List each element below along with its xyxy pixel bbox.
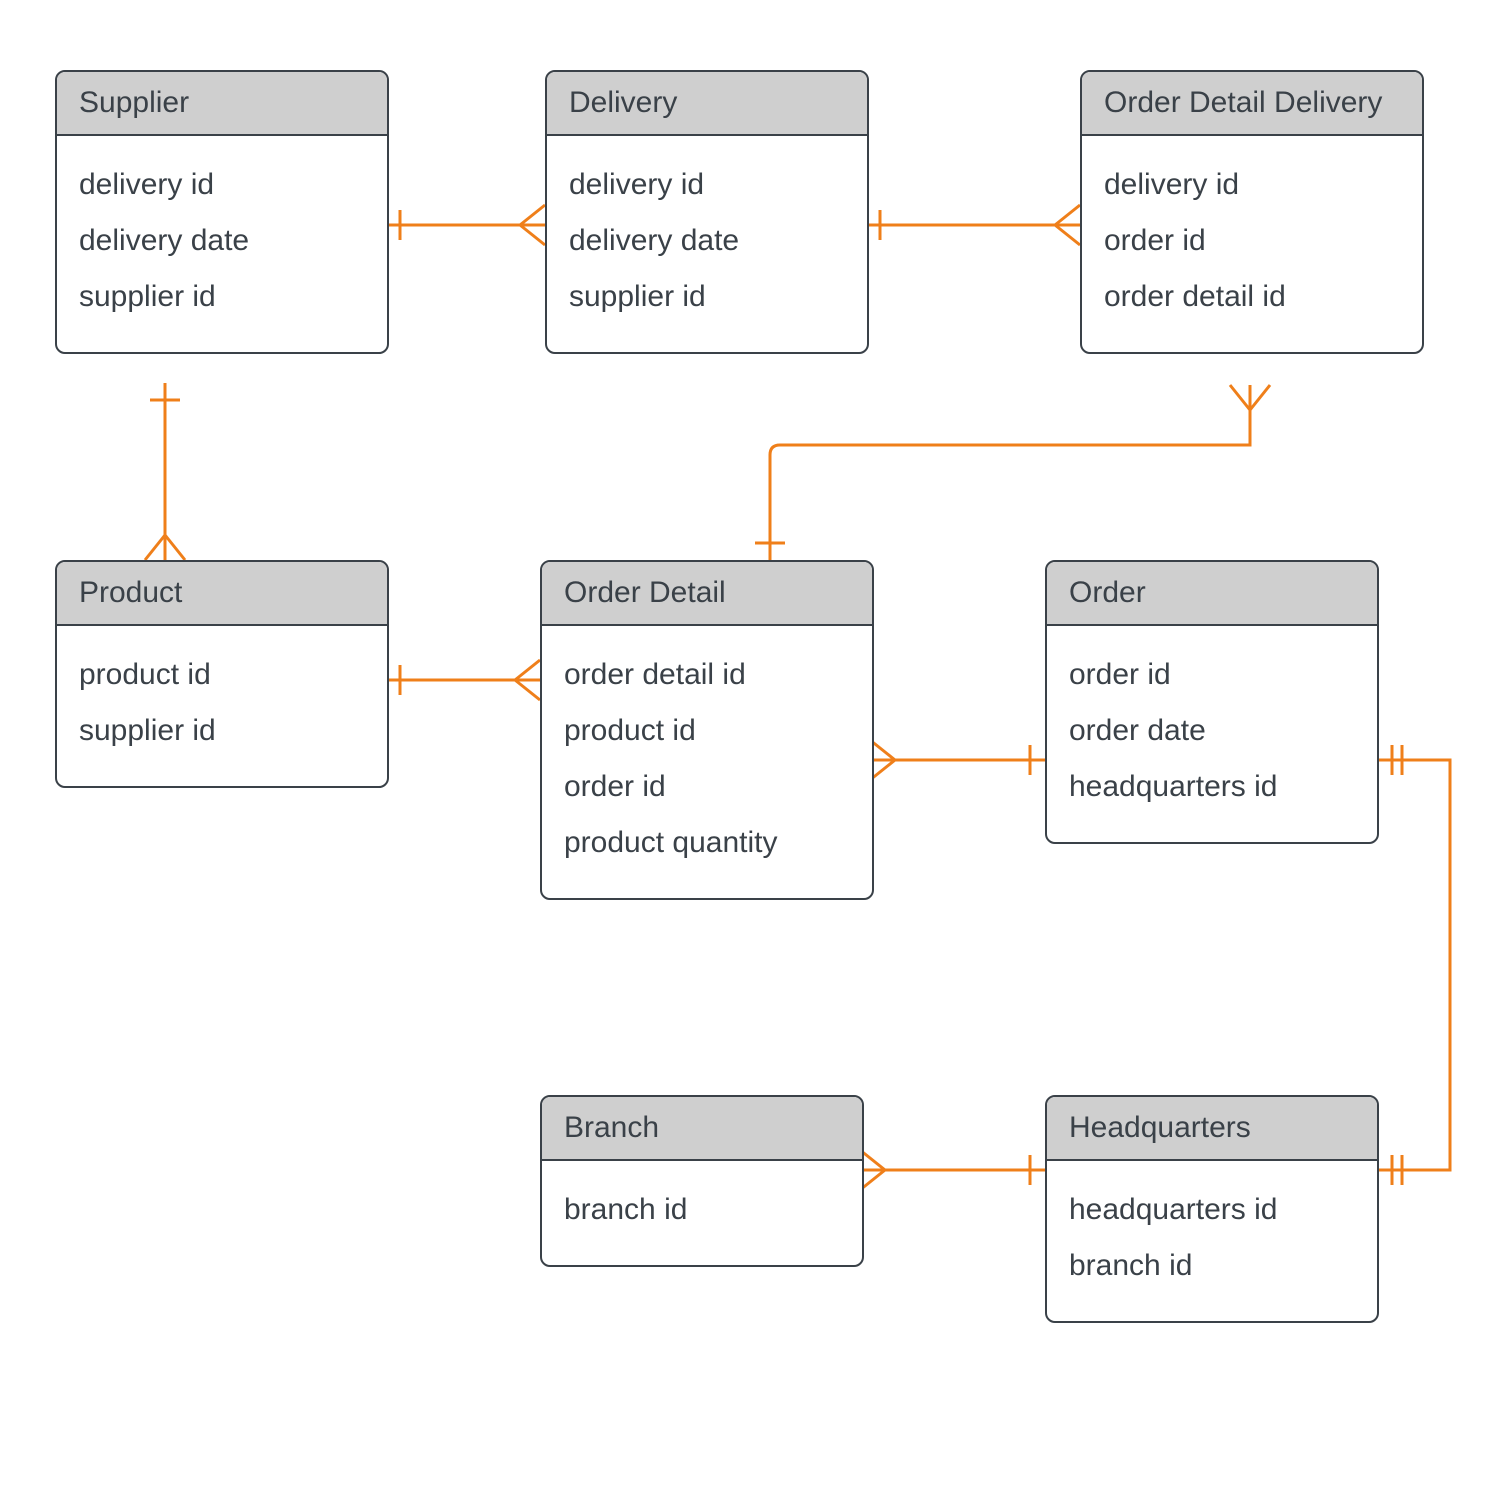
rel-delivery-odd <box>865 205 1080 245</box>
entity-title: Order Detail Delivery <box>1082 72 1422 136</box>
entity-attr: order id <box>1104 224 1400 258</box>
entity-attr: product id <box>79 658 365 692</box>
entity-attrs: branch id <box>542 1161 862 1265</box>
entity-product[interactable]: Product product id supplier id <box>55 560 389 788</box>
entity-title: Branch <box>542 1097 862 1161</box>
entity-title: Order Detail <box>542 562 872 626</box>
entity-attr: order id <box>564 770 850 804</box>
entity-title: Product <box>57 562 387 626</box>
entity-attr: branch id <box>564 1193 840 1227</box>
entity-title: Delivery <box>547 72 867 136</box>
rel-orderdetail-order <box>870 740 1045 780</box>
entity-delivery[interactable]: Delivery delivery id delivery date suppl… <box>545 70 869 354</box>
entity-order[interactable]: Order order id order date headquarters i… <box>1045 560 1379 844</box>
rel-supplier-product <box>145 383 185 560</box>
entity-attrs: delivery id delivery date supplier id <box>57 136 387 352</box>
entity-headquarters[interactable]: Headquarters headquarters id branch id <box>1045 1095 1379 1323</box>
entity-attr: order date <box>1069 714 1355 748</box>
entity-attrs: order id order date headquarters id <box>1047 626 1377 842</box>
rel-order-hq <box>1375 745 1450 1185</box>
entity-attr: product quantity <box>564 826 850 860</box>
er-diagram-canvas: Supplier delivery id delivery date suppl… <box>0 0 1500 1500</box>
entity-attr: delivery id <box>569 168 845 202</box>
entity-attr: supplier id <box>79 280 365 314</box>
entity-attr: delivery date <box>79 224 365 258</box>
entity-attr: headquarters id <box>1069 1193 1355 1227</box>
entity-attr: supplier id <box>79 714 365 748</box>
entity-attrs: product id supplier id <box>57 626 387 786</box>
rel-branch-hq <box>860 1150 1045 1190</box>
entity-attr: product id <box>564 714 850 748</box>
entity-attr: order id <box>1069 658 1355 692</box>
entity-attrs: delivery id delivery date supplier id <box>547 136 867 352</box>
entity-attr: delivery date <box>569 224 845 258</box>
entity-attr: order detail id <box>564 658 850 692</box>
entity-attrs: delivery id order id order detail id <box>1082 136 1422 352</box>
entity-order-detail[interactable]: Order Detail order detail id product id … <box>540 560 874 900</box>
entity-attrs: headquarters id branch id <box>1047 1161 1377 1321</box>
entity-attr: supplier id <box>569 280 845 314</box>
entity-attr: order detail id <box>1104 280 1400 314</box>
entity-order-detail-delivery[interactable]: Order Detail Delivery delivery id order … <box>1080 70 1424 354</box>
rel-supplier-delivery <box>385 205 545 245</box>
entity-supplier[interactable]: Supplier delivery id delivery date suppl… <box>55 70 389 354</box>
rel-product-orderdetail <box>385 660 540 700</box>
entity-attr: branch id <box>1069 1249 1355 1283</box>
entity-attr: delivery id <box>79 168 365 202</box>
entity-branch[interactable]: Branch branch id <box>540 1095 864 1267</box>
entity-attr: delivery id <box>1104 168 1400 202</box>
rel-orderdetail-odd <box>755 385 1270 560</box>
entity-title: Supplier <box>57 72 387 136</box>
entity-title: Headquarters <box>1047 1097 1377 1161</box>
entity-attrs: order detail id product id order id prod… <box>542 626 872 898</box>
entity-title: Order <box>1047 562 1377 626</box>
entity-attr: headquarters id <box>1069 770 1355 804</box>
